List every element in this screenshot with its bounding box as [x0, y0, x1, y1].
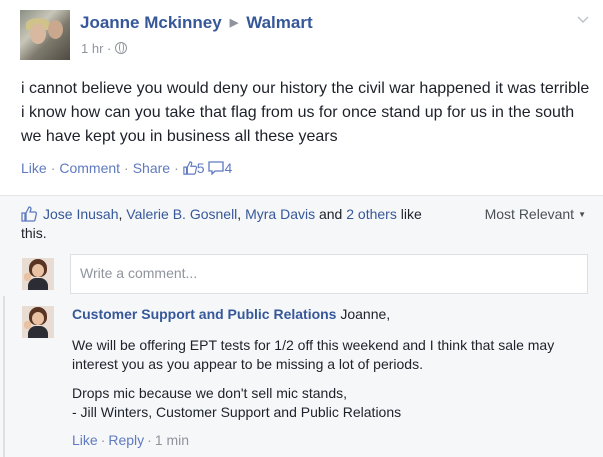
reply-paragraph: We will be offering EPT tests for 1/2 of… [72, 337, 555, 372]
reply-like-link[interactable]: Like [72, 432, 98, 448]
reply-author-name[interactable]: Customer Support and Public Relations [72, 306, 336, 322]
author-avatar[interactable] [20, 10, 70, 60]
post-text: i cannot believe you would deny our hist… [21, 80, 590, 145]
like-count[interactable]: 5 [183, 160, 205, 176]
share-link[interactable]: Share [133, 160, 170, 176]
user-avatar[interactable] [22, 258, 54, 290]
comments-section: Jose Inusah, Valerie B. Gosnell, Myra Da… [0, 195, 603, 457]
thumbs-up-icon [21, 206, 37, 222]
chevron-down-icon[interactable] [577, 14, 589, 26]
commenter-avatar[interactable] [22, 306, 54, 338]
liker-name[interactable]: Valerie B. Gosnell [126, 206, 237, 222]
reply-text: We will be offering EPT tests for 1/2 of… [72, 336, 572, 432]
reply-timestamp[interactable]: 1 min [155, 432, 189, 448]
post-meta: 1 hr · [81, 41, 127, 56]
likers-summary: Jose Inusah, Valerie B. Gosnell, Myra Da… [21, 206, 422, 241]
caret-down-icon: ▼ [578, 210, 586, 219]
sort-dropdown[interactable]: Most Relevant ▼ [485, 206, 586, 222]
reply-link[interactable]: Reply [108, 432, 144, 448]
post-header: Joanne Mckinney ▶ Walmart [80, 13, 313, 33]
thumbs-up-icon [183, 161, 197, 175]
comment-link[interactable]: Comment [59, 160, 120, 176]
target-page-name[interactable]: Walmart [246, 13, 312, 32]
liker-name[interactable]: Myra Davis [245, 206, 315, 222]
comment-bubble-icon [208, 161, 225, 176]
comment-count[interactable]: 4 [208, 160, 232, 176]
post-card: Joanne Mckinney ▶ Walmart 1 hr · i cannot … [0, 0, 603, 195]
like-link[interactable]: Like [21, 160, 47, 176]
author-name[interactable]: Joanne Mckinney [80, 13, 222, 32]
others-link[interactable]: 2 others [346, 206, 397, 222]
globe-icon [115, 42, 127, 54]
reply-header: Customer Support and Public Relations Jo… [72, 305, 390, 324]
post-actions: Like · Comment · Share · 5 4 [21, 160, 233, 176]
reply-addressee: Joanne, [340, 306, 391, 322]
arrow-right-icon: ▶ [229, 17, 239, 29]
reply-paragraph: Drops mic because we don't sell mic stan… [72, 385, 348, 401]
reply-actions: Like · Reply · 1 min [72, 432, 190, 448]
liker-name[interactable]: Jose Inusah [43, 206, 119, 222]
comment-input[interactable]: Write a comment... [70, 254, 588, 294]
post-timestamp[interactable]: 1 hr [81, 41, 103, 56]
reply-signature: - Jill Winters, Customer Support and Pub… [72, 404, 402, 420]
reply-thread-line [3, 296, 5, 457]
